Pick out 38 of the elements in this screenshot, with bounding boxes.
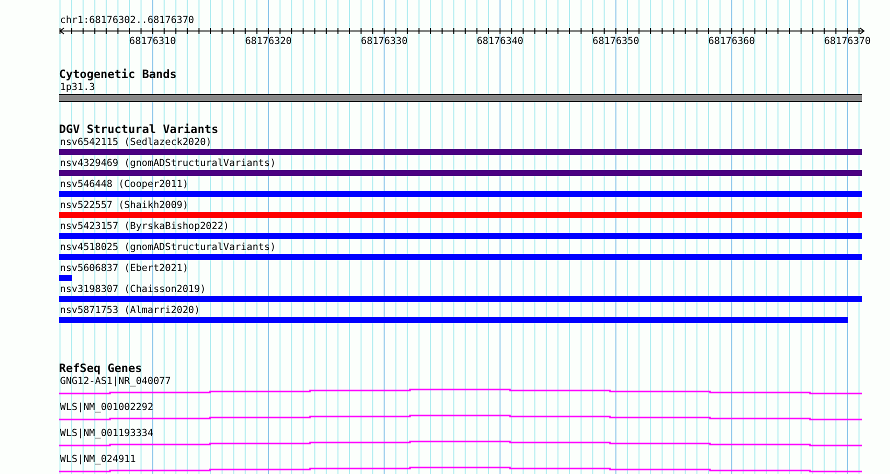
variant-label: nsv4518025 (gnomADStructuralVariants) [59, 241, 277, 254]
gene-line[interactable] [59, 440, 862, 446]
tick-label: 68176350 [592, 36, 640, 48]
variant-bar[interactable] [59, 233, 862, 239]
variant-label: nsv5606837 (Ebert2021) [59, 262, 190, 275]
variant-bar[interactable] [59, 149, 862, 155]
variant-label: nsv6542115 (Sedlazeck2020) [59, 136, 213, 149]
gene-line[interactable] [59, 414, 862, 420]
position-label: chr1:68176302..68176370 [59, 14, 196, 27]
variant-bar[interactable] [59, 254, 862, 260]
tick-label: 68176330 [360, 36, 408, 48]
track-title: DGV Structural Variants [59, 122, 220, 136]
band-label: 1p31.3 [59, 81, 96, 94]
tick-label: 68176370 [824, 36, 871, 48]
variant-label: nsv522557 (Shaikh2009) [59, 199, 190, 212]
gene-label: GNG12-AS1|NR_040077 [59, 375, 172, 388]
variant-label: nsv546448 (Cooper2011) [59, 178, 190, 191]
gene-line[interactable] [59, 466, 862, 472]
variant-label: nsv3198307 (Chaisson2019) [59, 283, 207, 296]
gene-label: WLS|NM_024911 [59, 453, 137, 466]
gene-label: WLS|NM_001193334 [59, 427, 154, 440]
variant-bar[interactable] [59, 212, 862, 218]
variant-label: nsv4329469 (gnomADStructuralVariants) [59, 157, 277, 170]
variant-bar[interactable] [59, 275, 72, 281]
tick-label: 68176340 [476, 36, 524, 48]
gene-label: WLS|NM_001002292 [59, 401, 154, 414]
tick-label: 68176310 [129, 36, 176, 48]
tick-label: 68176320 [245, 36, 292, 48]
gene-line[interactable] [59, 388, 862, 394]
variant-bar[interactable] [59, 191, 862, 197]
variant-bar[interactable] [59, 317, 848, 323]
tick-label: 68176360 [708, 36, 755, 48]
variant-bar[interactable] [59, 170, 862, 176]
track-title: Cytogenetic Bands [59, 67, 178, 81]
variant-bar[interactable] [59, 296, 862, 302]
variant-label: nsv5871753 (Almarri2020) [59, 304, 201, 317]
track-title: RefSeq Genes [59, 361, 144, 375]
variant-label: nsv5423157 (ByrskaBishop2022) [59, 220, 230, 233]
